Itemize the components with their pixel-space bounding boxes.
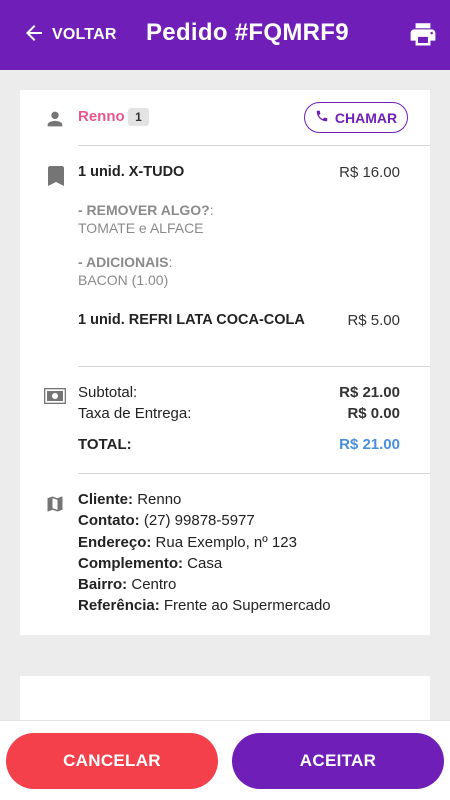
cancel-button[interactable]: CANCELAR <box>6 733 218 789</box>
item-price: R$ 16.00 <box>339 164 400 181</box>
complement-info: Complemento: Casa <box>78 555 223 572</box>
order-card: Renno 1 CHAMAR 1 unid. X-TUDO R$ 16.00 -… <box>20 90 430 635</box>
divider <box>78 366 430 367</box>
item-name: 1 unid. REFRI LATA COCA-COLA <box>78 312 305 328</box>
subtotal-value: R$ 21.00 <box>339 384 400 401</box>
client-info: Cliente: Renno <box>78 491 182 508</box>
item-price: R$ 5.00 <box>347 312 400 329</box>
delivery-fee-label: Taxa de Entrega: <box>78 405 192 422</box>
subtotal-label: Subtotal: <box>78 384 138 401</box>
divider <box>78 145 430 146</box>
accept-button[interactable]: ACEITAR <box>232 733 444 789</box>
arrow-left-icon <box>22 21 46 50</box>
page-title: Pedido #FQMRF9 <box>146 19 349 46</box>
item-option-label: - REMOVER ALGO?: <box>78 202 214 218</box>
item-option-label: - ADICIONAIS: <box>78 254 173 270</box>
reference-info: Referência: Frente ao Supermercado <box>78 597 331 614</box>
divider <box>78 473 430 474</box>
item-option-value: TOMATE e ALFACE <box>78 220 204 236</box>
money-icon <box>44 388 66 404</box>
item-option-value: BACON (1.00) <box>78 272 169 288</box>
back-button[interactable]: VOLTAR <box>22 20 117 50</box>
delivery-fee-value: R$ 0.00 <box>347 405 400 422</box>
total-value: R$ 21.00 <box>339 436 400 453</box>
customer-order-count-badge: 1 <box>128 108 149 126</box>
call-button-label: CHAMAR <box>334 109 398 126</box>
item-name: 1 unid. X-TUDO <box>78 164 185 180</box>
print-button[interactable] <box>408 22 438 48</box>
phone-icon <box>315 109 335 126</box>
action-bar: CANCELAR ACEITAR <box>0 720 450 800</box>
call-button[interactable]: CHAMAR <box>304 102 408 133</box>
app-bar: VOLTAR Pedido #FQMRF9 <box>0 0 450 70</box>
total-label: TOTAL: <box>78 436 132 453</box>
person-icon <box>44 108 66 130</box>
back-label: VOLTAR <box>52 26 117 43</box>
district-info: Bairro: Centro <box>78 576 177 593</box>
map-icon <box>45 494 65 514</box>
bookmark-icon <box>48 166 64 186</box>
printer-icon <box>408 23 438 52</box>
contact-info: Contato: (27) 99878-5977 <box>78 512 255 529</box>
address-info: Endereço: Rua Exemplo, nº 123 <box>78 534 297 551</box>
customer-name: Renno <box>78 108 125 125</box>
